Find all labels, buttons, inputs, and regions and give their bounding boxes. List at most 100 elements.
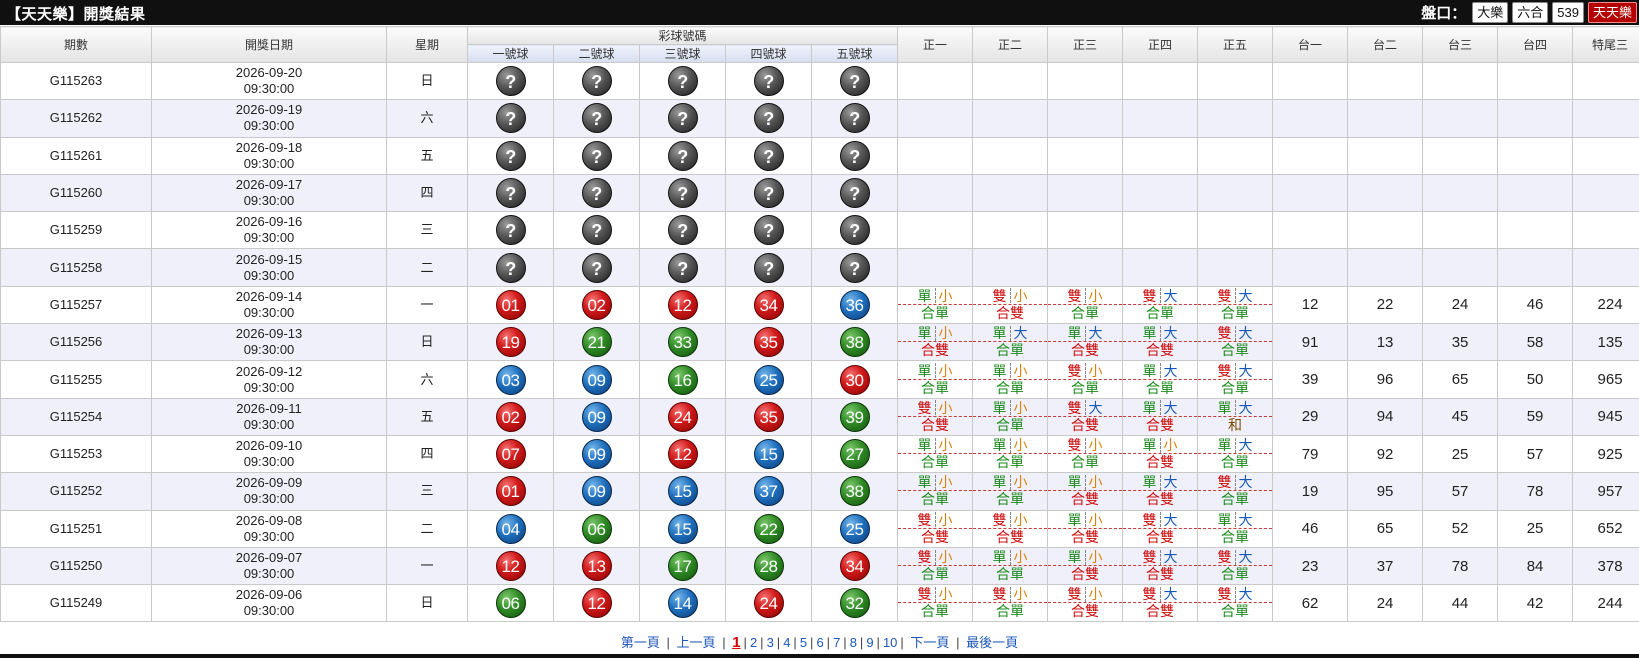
market-button-539[interactable]: 539 bbox=[1552, 2, 1584, 23]
ball-cell: ? bbox=[810, 211, 899, 250]
zheng-cell: 雙小合雙 bbox=[972, 509, 1049, 548]
tai-cell: 57 bbox=[1497, 434, 1574, 474]
big-small-tag: 大 bbox=[1088, 399, 1103, 416]
big-small-tag: 小 bbox=[938, 474, 953, 491]
tai-cell: 24 bbox=[1422, 285, 1499, 325]
ball-cell: ? bbox=[467, 61, 554, 101]
sum-odd-even-tag: 合單 bbox=[1071, 304, 1100, 321]
pager-next[interactable]: 下一頁 bbox=[910, 635, 949, 650]
sum-odd-even-tag: 合雙 bbox=[1071, 566, 1100, 582]
ball-cell: 12 bbox=[639, 434, 726, 474]
sum-odd-even-tag: 合雙 bbox=[1146, 342, 1175, 359]
date-cell: 2026-09-14 09:30:00 bbox=[151, 285, 387, 325]
pager-page-1[interactable]: 1 bbox=[732, 634, 740, 651]
ball-cell: 09 bbox=[553, 397, 640, 436]
pager-page-4[interactable]: 4 bbox=[783, 635, 790, 650]
odd-even-tag: 單 bbox=[1217, 511, 1232, 528]
zheng-cell: 雙大合雙 bbox=[1122, 509, 1199, 548]
tai-cell bbox=[1272, 61, 1349, 101]
sum-odd-even-tag: 合單 bbox=[921, 603, 950, 620]
pending-ball: ? bbox=[495, 215, 526, 246]
ball-cell: 22 bbox=[725, 509, 812, 548]
odd-even-tag: 單 bbox=[1217, 399, 1232, 416]
odd-even-tag: 單 bbox=[992, 437, 1007, 454]
big-small-tag: 小 bbox=[1088, 287, 1103, 304]
pager-page-9[interactable]: 9 bbox=[866, 635, 873, 650]
date-cell: 2026-09-08 09:30:00 bbox=[151, 509, 387, 548]
ball-cell: 07 bbox=[467, 434, 554, 474]
odd-even-tag: 雙 bbox=[992, 511, 1007, 528]
weekday-cell: 四 bbox=[386, 434, 468, 474]
pager-page-5[interactable]: 5 bbox=[800, 635, 807, 650]
tai-cell: 92 bbox=[1347, 434, 1424, 474]
ball-cell: ? bbox=[553, 211, 640, 250]
ball-cell: ? bbox=[810, 248, 899, 287]
pager-first[interactable]: 第一頁 bbox=[621, 635, 660, 650]
ball-cell: 25 bbox=[725, 360, 812, 399]
lottery-ball: 35 bbox=[753, 327, 784, 358]
date-cell: 2026-09-09 09:30:00 bbox=[151, 472, 387, 511]
pager-last[interactable]: 最後一頁 bbox=[966, 635, 1018, 650]
tai-cell bbox=[1347, 61, 1424, 101]
draw-date: 2026-09-18 bbox=[235, 139, 303, 155]
draw-date: 2026-09-17 bbox=[235, 177, 303, 193]
ball-cell: ? bbox=[639, 99, 726, 138]
sum-odd-even-tag: 合雙 bbox=[1146, 603, 1175, 620]
odd-even-tag: 雙 bbox=[1142, 586, 1157, 603]
tai-cell: 46 bbox=[1497, 285, 1574, 325]
col-tai-3: 台三 bbox=[1422, 26, 1499, 63]
ball-cell: ? bbox=[639, 248, 726, 287]
tail3-cell: 244 bbox=[1572, 584, 1639, 623]
zheng-cell: 雙小合單 bbox=[1047, 360, 1124, 399]
tai-cell: 95 bbox=[1347, 472, 1424, 511]
sum-odd-even-tag: 合單 bbox=[1071, 454, 1100, 471]
pending-ball: ? bbox=[839, 215, 870, 246]
zheng-cell bbox=[1122, 248, 1199, 287]
ball-cell: ? bbox=[639, 61, 726, 101]
ball-cell: 28 bbox=[725, 546, 812, 586]
big-small-tag: 大 bbox=[1238, 362, 1253, 379]
lottery-ball: 27 bbox=[839, 439, 870, 470]
pager-page-3[interactable]: 3 bbox=[767, 635, 774, 650]
odd-even-tag: 雙 bbox=[1142, 511, 1157, 528]
big-small-tag: 大 bbox=[1163, 511, 1178, 528]
ball-cell: 02 bbox=[467, 397, 554, 436]
issue-cell: G115257 bbox=[0, 285, 152, 325]
pager-page-2[interactable]: 2 bbox=[750, 635, 757, 650]
pager-prev[interactable]: 上一頁 bbox=[677, 635, 716, 650]
market-button-liuhe[interactable]: 六合 bbox=[1512, 2, 1549, 23]
big-small-tag: 小 bbox=[1013, 437, 1028, 454]
tai-cell: 45 bbox=[1422, 397, 1499, 436]
zheng-cell: 雙大合雙 bbox=[1122, 584, 1199, 623]
draw-date: 2026-09-11 bbox=[236, 400, 302, 416]
issue-cell: G115255 bbox=[0, 360, 152, 399]
col-tail3: 特尾三 bbox=[1572, 26, 1639, 63]
pager-page-10[interactable]: 10 bbox=[883, 635, 897, 650]
pending-ball: ? bbox=[753, 103, 784, 134]
col-balls-group: 彩球號碼 bbox=[466, 26, 899, 45]
odd-even-tag: 雙 bbox=[917, 511, 932, 528]
zheng-cell: 單小合單 bbox=[972, 546, 1049, 586]
odd-even-tag: 單 bbox=[917, 474, 932, 491]
tai-cell bbox=[1272, 248, 1349, 287]
ball-cell: ? bbox=[467, 211, 554, 250]
tai-cell bbox=[1422, 99, 1499, 138]
zheng-cell: 雙大合單 bbox=[1197, 472, 1274, 511]
pager-page-6[interactable]: 6 bbox=[816, 635, 823, 650]
market-button-tiantianle[interactable]: 天天樂 bbox=[1587, 2, 1637, 23]
tail3-cell: 378 bbox=[1572, 546, 1639, 586]
col-ball-1: 一號球 bbox=[467, 44, 554, 63]
pager-page-7[interactable]: 7 bbox=[833, 635, 840, 650]
draw-date: 2026-09-09 bbox=[235, 475, 303, 491]
draw-time: 09:30:00 bbox=[243, 454, 295, 470]
ball-cell: 02 bbox=[553, 285, 640, 325]
odd-even-tag: 雙 bbox=[917, 586, 932, 603]
tai-cell bbox=[1422, 61, 1499, 101]
ball-cell: 01 bbox=[467, 285, 554, 325]
market-button-dalo[interactable]: 大樂 bbox=[1472, 2, 1509, 23]
draw-date: 2026-09-07 bbox=[235, 550, 303, 565]
pager-sep: | bbox=[900, 635, 904, 650]
lottery-ball: 33 bbox=[667, 327, 698, 358]
pending-ball: ? bbox=[581, 215, 612, 246]
pager-page-8[interactable]: 8 bbox=[850, 635, 857, 650]
